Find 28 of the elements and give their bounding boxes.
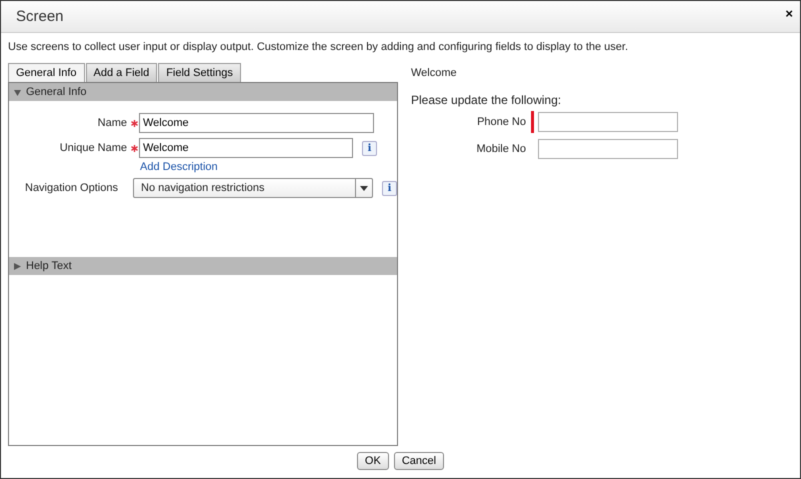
cancel-button[interactable]: Cancel <box>394 452 444 470</box>
info-button[interactable]: i <box>382 180 397 196</box>
field-label: Name <box>96 116 127 131</box>
field-label: Mobile No <box>475 143 526 155</box>
preview-intro: Please update the following: <box>411 93 562 107</box>
section-header[interactable]: Help Text <box>9 257 397 275</box>
field-label: Unique Name <box>58 141 127 156</box>
text-field[interactable] <box>538 112 678 132</box>
collapsed-triangle-icon <box>14 263 21 270</box>
dropdown[interactable]: No navigation restrictions <box>133 178 373 198</box>
close-button[interactable]: × <box>783 6 795 21</box>
section-header[interactable]: General Info <box>9 83 397 101</box>
field-label: Navigation Options <box>24 181 119 196</box>
tab[interactable]: General Info <box>8 63 85 82</box>
ok-button[interactable]: OK <box>356 452 389 470</box>
preview-title: Welcome <box>411 67 458 79</box>
add-description-link[interactable]: Add Description <box>140 161 377 173</box>
info-button[interactable]: i <box>362 140 377 156</box>
tab[interactable]: Field Settings <box>158 63 241 82</box>
window-title: Screen <box>16 8 64 25</box>
expanded-triangle-icon <box>14 89 21 96</box>
field-label: Phone No <box>476 116 526 128</box>
text-field[interactable]: Welcome <box>139 138 353 158</box>
text-field[interactable]: Welcome <box>139 113 374 133</box>
tab[interactable]: Add a Field <box>86 63 158 82</box>
text-field[interactable] <box>538 139 678 159</box>
caret-icon <box>360 186 368 190</box>
description-text: Use screens to collect user input or display output. Customize the screen by adding and configuring fields to display to the user. <box>8 41 630 53</box>
